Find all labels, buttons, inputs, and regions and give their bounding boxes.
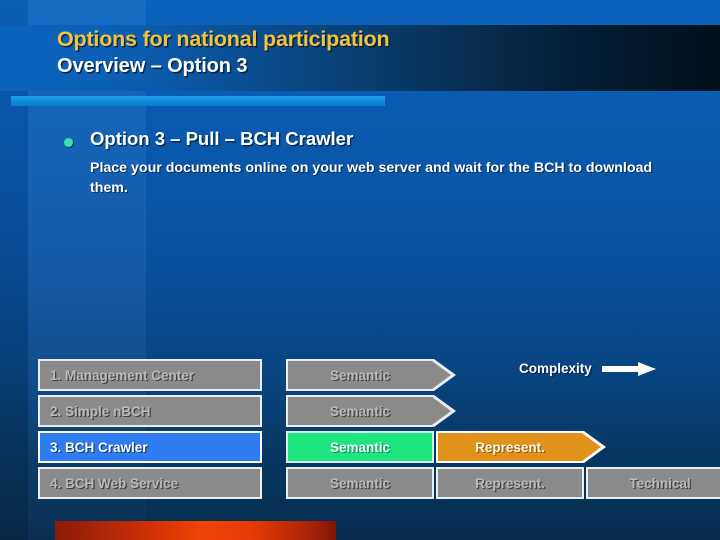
matrix-stage-cell[interactable]: Semantic — [286, 431, 434, 463]
matrix-stage-label: Semantic — [329, 439, 391, 455]
chevron-point-fill — [582, 433, 601, 461]
page-title: Options for national participation — [57, 27, 390, 51]
complexity-label: Complexity — [519, 361, 592, 376]
matrix-stage-cell[interactable]: Technical — [586, 467, 720, 499]
slide-canvas: Options for national participation Overv… — [0, 0, 720, 540]
matrix-row-label: 1. Management Center — [50, 367, 195, 383]
matrix-row-label-cell[interactable]: 2. Simple nBCH — [38, 395, 262, 427]
complexity-legend: Complexity — [519, 361, 658, 376]
matrix-row-label: 2. Simple nBCH — [50, 403, 151, 419]
matrix-stage-label: Represent. — [475, 475, 545, 491]
matrix-row-label-cell[interactable]: 4. BCH Web Service — [38, 467, 262, 499]
matrix-stage-label: Semantic — [329, 367, 391, 383]
footer-accent-bar — [55, 521, 336, 540]
matrix-row-label: 4. BCH Web Service — [50, 475, 179, 491]
matrix-stage-cell[interactable]: Semantic — [286, 395, 456, 427]
bullet-dot-icon — [64, 138, 73, 147]
matrix-stage-cell[interactable]: Represent. — [436, 467, 584, 499]
matrix-stage-label: Technical — [629, 475, 691, 491]
chevron-point-fill — [432, 397, 451, 425]
matrix-stage-cell[interactable]: Semantic — [286, 467, 434, 499]
matrix-stage-cell[interactable]: Represent. — [436, 431, 606, 463]
slide-title-block: Options for national participation Overv… — [57, 26, 657, 79]
matrix-stage-label: Semantic — [329, 403, 391, 419]
matrix-row-label: 3. BCH Crawler — [50, 439, 148, 455]
matrix-stage-label: Represent. — [475, 439, 545, 455]
arrow-right-icon — [601, 361, 658, 376]
matrix-row-label-cell[interactable]: 3. BCH Crawler — [38, 431, 262, 463]
title-accent-bar — [11, 96, 385, 106]
bullet-body-text: Place your documents online on your web … — [90, 160, 653, 196]
matrix-stage-label: Semantic — [329, 475, 391, 491]
page-subtitle: Overview – Option 3 — [57, 55, 248, 77]
arrow-head — [637, 361, 656, 376]
arrow-shaft — [601, 365, 640, 372]
matrix-row-label-cell[interactable]: 1. Management Center — [38, 359, 262, 391]
bullet-heading: Option 3 – Pull – BCH Crawler — [90, 128, 354, 149]
chevron-point-fill — [432, 361, 451, 389]
matrix-stage-cell[interactable]: Semantic — [286, 359, 456, 391]
